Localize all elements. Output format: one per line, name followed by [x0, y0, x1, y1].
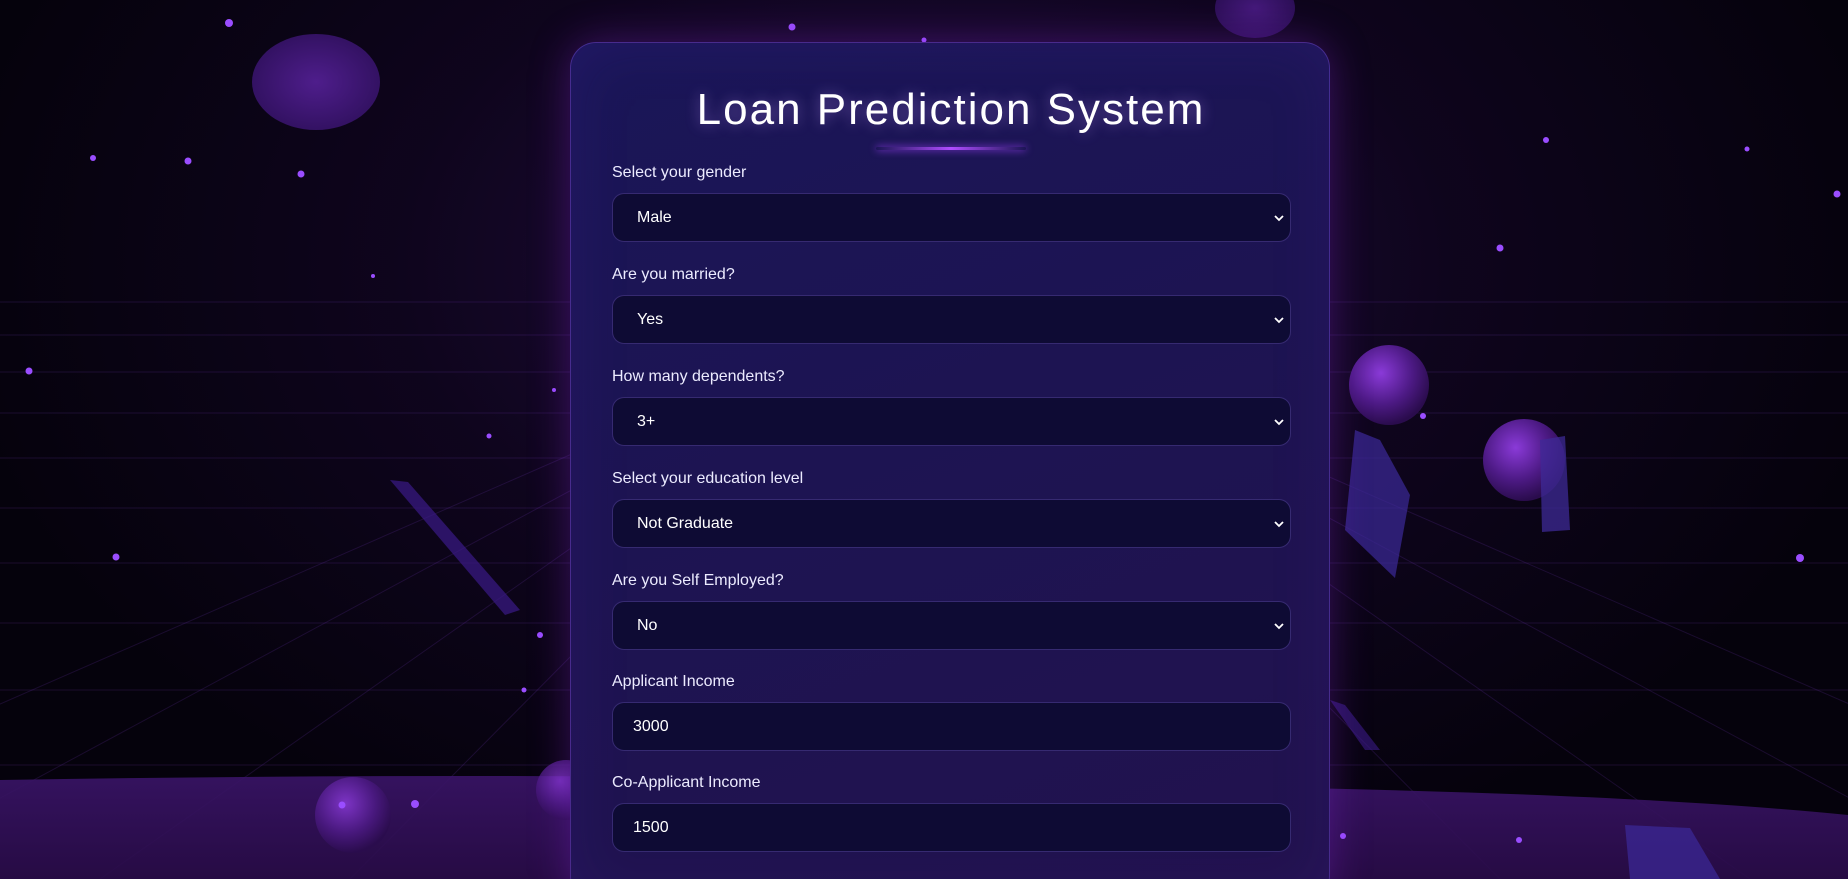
education-field: Select your education level Not Graduate — [612, 468, 1291, 548]
education-select-value: Not Graduate — [637, 515, 734, 532]
chevron-down-icon — [1274, 521, 1284, 528]
coapplicant-income-field: Co-Applicant Income 1500 — [612, 772, 1291, 852]
married-select[interactable]: Yes — [612, 295, 1291, 344]
applicant-income-input[interactable]: 3000 — [612, 702, 1291, 751]
gender-select-value: Male — [637, 209, 672, 226]
chevron-down-icon — [1274, 215, 1284, 222]
coapplicant-income-label: Co-Applicant Income — [612, 774, 761, 791]
chevron-down-icon — [1274, 623, 1284, 630]
married-select-value: Yes — [637, 311, 664, 328]
coapplicant-income-value: 1500 — [633, 819, 669, 836]
dependents-select-value: 3+ — [637, 413, 656, 430]
chevron-down-icon — [1274, 419, 1284, 426]
self-employed-select-value: No — [637, 617, 658, 634]
education-select[interactable]: Not Graduate — [612, 499, 1291, 548]
applicant-income-label: Applicant Income — [612, 673, 735, 690]
education-label: Select your education level — [612, 470, 804, 487]
page-background: Loan Prediction System Select your gende… — [0, 0, 1848, 879]
married-label: Are you married? — [612, 266, 735, 283]
self-employed-select[interactable]: No — [612, 601, 1291, 650]
applicant-income-field: Applicant Income 3000 — [612, 671, 1291, 751]
title-underline — [876, 147, 1026, 150]
self-employed-field: Are you Self Employed? No — [612, 570, 1291, 650]
applicant-income-value: 3000 — [633, 718, 669, 735]
married-field: Are you married? Yes — [612, 264, 1291, 344]
page-title: Loan Prediction System — [696, 85, 1206, 134]
gender-select[interactable]: Male — [612, 193, 1291, 242]
loan-form-card: Loan Prediction System Select your gende… — [570, 42, 1330, 879]
coapplicant-income-input[interactable]: 1500 — [612, 803, 1291, 852]
gender-label: Select your gender — [612, 164, 747, 181]
dependents-label: How many dependents? — [612, 368, 785, 385]
dependents-select[interactable]: 3+ — [612, 397, 1291, 446]
gender-field: Select your gender Male — [612, 162, 1291, 242]
dependents-field: How many dependents? 3+ — [612, 366, 1291, 446]
self-employed-label: Are you Self Employed? — [612, 572, 784, 589]
chevron-down-icon — [1274, 317, 1284, 324]
